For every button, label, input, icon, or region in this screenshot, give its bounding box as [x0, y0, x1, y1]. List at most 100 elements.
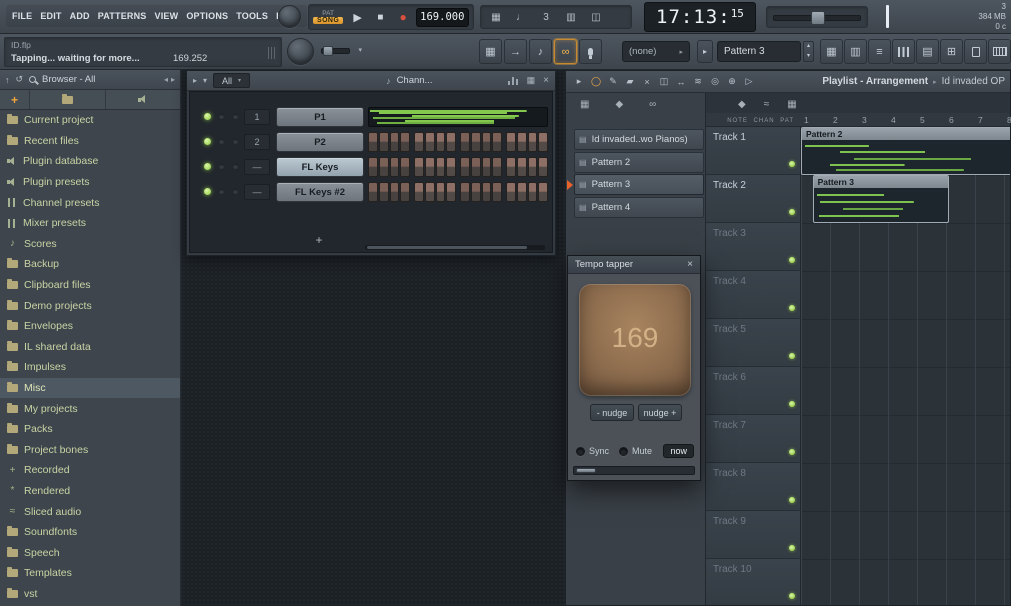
rack-filter-selector[interactable]: All ▾	[213, 73, 250, 88]
channel-target-box[interactable]: —	[244, 159, 270, 175]
browser-item-recorded[interactable]: +Recorded	[0, 460, 180, 481]
mic-button[interactable]	[579, 39, 602, 64]
pattern-clip-pattern-2[interactable]: Pattern 2	[801, 127, 1010, 175]
track-led[interactable]	[789, 497, 795, 503]
detach-arrow-button[interactable]: ▸	[697, 40, 713, 63]
volume-knob[interactable]	[232, 163, 239, 170]
step-cell[interactable]	[460, 132, 470, 152]
tapper-titlebar[interactable]: Tempo tapper ×	[568, 256, 700, 274]
track-lanes[interactable]: Pattern 2Pattern 3	[801, 127, 1010, 605]
song-mode-button[interactable]: SONG	[313, 17, 343, 24]
history-icon[interactable]: ↺	[16, 74, 24, 85]
step-cell[interactable]	[538, 182, 548, 202]
browser-item-packs[interactable]: Packs	[0, 419, 180, 440]
step-cell[interactable]	[506, 182, 516, 202]
arrow-button[interactable]: →	[504, 39, 527, 64]
main-volume-knob[interactable]	[287, 38, 314, 65]
channel-target-box[interactable]: 1	[244, 109, 270, 125]
channel-led[interactable]	[204, 113, 211, 120]
browser-item-impulses[interactable]: Impulses	[0, 357, 180, 378]
browser-item-rendered[interactable]: *Rendered	[0, 481, 180, 502]
rack-collapse-icon[interactable]: ▾	[203, 76, 207, 85]
step-cell[interactable]	[379, 182, 389, 202]
step-cell[interactable]	[436, 182, 446, 202]
link-button[interactable]: ∞	[554, 39, 577, 64]
track-led[interactable]	[789, 257, 795, 263]
rack-close-icon[interactable]: ×	[543, 75, 549, 86]
browser-prev-icon[interactable]: ◂	[164, 75, 168, 84]
record-button[interactable]: ●	[393, 7, 414, 28]
nudge-minus-button[interactable]: - nudge	[590, 404, 634, 421]
pan-knob[interactable]	[218, 138, 225, 145]
channel-led[interactable]	[204, 138, 211, 145]
project-file-button[interactable]	[964, 39, 987, 64]
track-header-track-8[interactable]: Track 8	[706, 463, 801, 511]
track-header-track-10[interactable]: Track 10	[706, 559, 801, 605]
step-cell[interactable]	[414, 132, 424, 152]
pan-knob[interactable]	[218, 113, 225, 120]
step-grid-icon[interactable]: ▦	[787, 99, 796, 110]
step-cell[interactable]	[517, 182, 527, 202]
menu-item-add[interactable]: ADD	[66, 5, 94, 27]
playlist-ruler[interactable]: NOTE CHAN PAT 12345678	[706, 113, 1010, 127]
browser-item-clipboard-files[interactable]: Clipboard files	[0, 275, 180, 296]
ruler-numbers[interactable]: 12345678	[801, 113, 1010, 126]
step-cell[interactable]	[400, 157, 410, 177]
diamond-icon[interactable]: ◆	[738, 99, 746, 110]
step-cell[interactable]	[446, 157, 456, 177]
channel-target-box[interactable]: 2	[244, 134, 270, 150]
note-button[interactable]: ♪	[529, 39, 552, 64]
step-cell[interactable]	[414, 182, 424, 202]
track-header-track-5[interactable]: Track 5	[706, 319, 801, 367]
track-led[interactable]	[789, 545, 795, 551]
volume-knob[interactable]	[232, 188, 239, 195]
step-cell[interactable]	[379, 157, 389, 177]
track-led[interactable]	[789, 449, 795, 455]
step-cell[interactable]	[425, 182, 435, 202]
menu-item-file[interactable]: FILE	[8, 5, 36, 27]
pattern-item-pattern-4[interactable]: ▤Pattern 4	[574, 197, 704, 218]
draw-tool-icon[interactable]: ✎	[605, 74, 621, 90]
browser-item-speech[interactable]: Speech	[0, 542, 180, 563]
pan-knob[interactable]	[218, 188, 225, 195]
browser-item-misc[interactable]: Misc	[0, 378, 180, 399]
track-header-track-7[interactable]: Track 7	[706, 415, 801, 463]
volume-knob[interactable]	[232, 138, 239, 145]
step-cell[interactable]	[492, 157, 502, 177]
step-cell[interactable]	[368, 132, 378, 152]
step-cell[interactable]	[400, 182, 410, 202]
menu-item-edit[interactable]: EDIT	[36, 5, 65, 27]
pattern-spinner[interactable]: ▴ ▾	[803, 41, 814, 62]
browser-item-vst[interactable]: vst	[0, 584, 180, 605]
search-icon[interactable]	[29, 76, 36, 83]
browser-item-current-project[interactable]: Current project	[0, 110, 180, 131]
browser-item-sliced-audio[interactable]: ≈Sliced audio	[0, 501, 180, 522]
mini-slider-thumb[interactable]	[323, 46, 333, 56]
grid-icon[interactable]: ▦	[527, 75, 536, 86]
step-cell[interactable]	[517, 132, 527, 152]
step-cell[interactable]	[517, 157, 527, 177]
step-cell[interactable]	[492, 132, 502, 152]
step-cell[interactable]	[379, 132, 389, 152]
plugin-picker-button[interactable]: ⊞	[940, 39, 963, 64]
tapper-slider[interactable]	[573, 466, 695, 475]
select-tool-icon[interactable]: ◎	[707, 74, 723, 90]
delete-tool-icon[interactable]: ×	[639, 74, 655, 90]
step-cell[interactable]	[482, 132, 492, 152]
track-header-track-2[interactable]: Track 2	[706, 175, 801, 223]
snap-icon[interactable]: ◯	[588, 74, 604, 90]
mode-switch[interactable]: PAT SONG	[313, 10, 343, 24]
channel-button-fl-keys-2[interactable]: FL Keys #2	[276, 182, 364, 202]
browser-item-scores[interactable]: ♪Scores	[0, 234, 180, 255]
step-cell[interactable]	[436, 132, 446, 152]
up-arrow-icon[interactable]: ↑	[5, 75, 10, 85]
tempo-display[interactable]: 169.000	[416, 8, 469, 27]
step-cell[interactable]	[436, 157, 446, 177]
tap-pad[interactable]: 169	[579, 284, 691, 396]
round-knob[interactable]	[278, 5, 301, 28]
step-cell[interactable]	[368, 182, 378, 202]
browser-item-my-projects[interactable]: My projects	[0, 398, 180, 419]
pattern-item-id-invaded-wo-pianos[interactable]: ▤Id invaded..wo Pianos)	[574, 129, 704, 150]
step-cell[interactable]	[471, 182, 481, 202]
browser-add-tab[interactable]: +	[0, 90, 30, 109]
